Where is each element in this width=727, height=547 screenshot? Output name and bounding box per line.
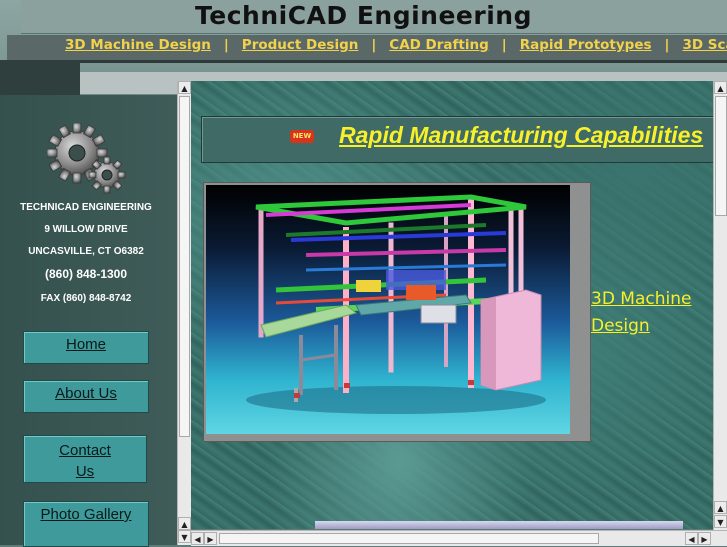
nav-3d-scanning[interactable]: 3D Scanning (682, 37, 727, 53)
sidebar-scrollbar[interactable]: ▲ ▲ ▼ (177, 81, 191, 545)
nav-separator: | (371, 37, 377, 53)
new-badge-icon: NEW (290, 130, 314, 143)
main-horizontal-scrollbar[interactable]: ◀ ▶ ◀ ▶ (191, 530, 727, 546)
fax-number: FAX (860) 848-8742 (40, 293, 132, 304)
machine-render-image (206, 185, 570, 434)
nav-separator: | (501, 37, 507, 53)
scroll-right-icon[interactable]: ▶ (698, 532, 711, 545)
scroll-down-icon[interactable]: ▼ (178, 530, 191, 543)
nav-separator: | (664, 37, 670, 53)
banner: NEW Rapid Manufacturing Capabilities (201, 116, 713, 163)
top-nav: 3D Machine Design | Product Design | CAD Dra… (7, 35, 727, 60)
scroll-left-icon[interactable]: ◀ (685, 532, 698, 545)
nav-cad-drafting[interactable]: CAD Drafting (389, 37, 488, 53)
home-button-label: Home (65, 336, 106, 353)
home-button[interactable]: Home (23, 331, 149, 364)
link-line1: 3D Machine (591, 289, 692, 309)
nav-product-design[interactable]: Product Design (242, 37, 359, 53)
header-shadow (0, 60, 80, 95)
contact-us-label-line1: Contact (59, 442, 111, 459)
scroll-right-icon[interactable]: ▶ (204, 532, 217, 545)
phone-number: (860) 848-1300 (44, 267, 128, 281)
nav-separator: | (223, 37, 229, 53)
scroll-down-icon[interactable]: ▼ (714, 515, 727, 528)
main-hscroll-thumb[interactable] (219, 533, 599, 544)
main-scrollbar[interactable]: ▲ ▲ ▼ (713, 81, 727, 530)
scroll-up-icon[interactable]: ▲ (714, 81, 727, 94)
scroll-left-icon[interactable]: ◀ (191, 532, 204, 545)
company-name: TECHNICAD ENGINEERING (20, 202, 152, 213)
main-scroll-thumb[interactable] (715, 96, 727, 216)
photo-gallery-button-label: Photo Gallery (40, 506, 132, 523)
gears-icon (47, 123, 126, 194)
sidebar: TECHNICAD ENGINEERING 9 WILLOW DRIVE UNC… (0, 95, 177, 547)
contact-us-button[interactable]: Contact Us (23, 435, 147, 483)
scroll-up-icon[interactable]: ▲ (178, 517, 191, 530)
bottom-image-strip (315, 521, 683, 529)
contact-us-label-line2: Us (75, 463, 95, 480)
main-content: NEW Rapid Manufacturing Capabilities 3D … (191, 81, 713, 529)
about-us-button[interactable]: About Us (23, 380, 149, 413)
about-us-button-label: About Us (55, 385, 117, 402)
site-title: TechniCAD Engineering (195, 1, 532, 30)
sidebar-scroll-thumb[interactable] (179, 96, 190, 437)
nav-3d-machine-design[interactable]: 3D Machine Design (65, 37, 211, 53)
nav-rapid-prototypes[interactable]: Rapid Prototypes (520, 37, 652, 53)
3d-machine-design-link[interactable]: 3D Machine Design (591, 286, 711, 340)
machine-photo-frame (203, 182, 591, 442)
scroll-up-icon[interactable]: ▲ (714, 501, 727, 514)
photo-gallery-button[interactable]: Photo Gallery (23, 501, 149, 547)
scroll-up-icon[interactable]: ▲ (178, 81, 191, 94)
banner-link[interactable]: Rapid Manufacturing Capabilities (339, 122, 703, 149)
city-address: UNCASVILLE, CT O6382 (28, 246, 144, 257)
street-address: 9 WILLOW DRIVE (44, 224, 128, 235)
link-line2: Design (591, 316, 650, 336)
